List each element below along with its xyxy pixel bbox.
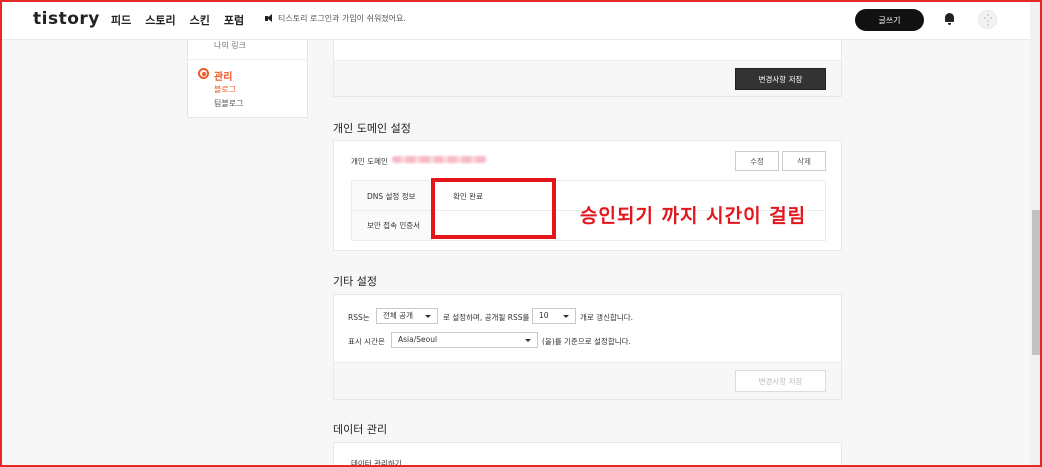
avatar[interactable] xyxy=(978,10,997,29)
gear-icon xyxy=(198,68,209,79)
timezone-select[interactable]: Asia/Seoul xyxy=(391,332,538,348)
rss-suffix: 개로 갱신합니다. xyxy=(580,313,634,322)
timezone-value: Asia/Seoul xyxy=(398,335,438,344)
save-changes-button-top[interactable]: 변경사항 저장 xyxy=(735,68,826,90)
speaker-icon xyxy=(265,14,273,23)
notice-text: 티스토리 로그인과 가입이 쉬워졌어요. xyxy=(278,14,406,23)
sidebar-item-blog[interactable]: 블로그 xyxy=(214,84,236,95)
rss-count-select[interactable]: 10 xyxy=(532,308,576,324)
sidebar-divider xyxy=(188,59,307,60)
data-manage-link[interactable]: 데이터 관리하기 xyxy=(351,458,402,467)
settings-sidebar: 나의 링크 관리 블로그 팀블로그 xyxy=(187,40,308,118)
chevron-down-icon xyxy=(525,339,531,342)
rss-middle: 로 설정하며, 공개될 RSS를 xyxy=(443,313,530,322)
other-section-title: 기타 설정 xyxy=(333,275,377,288)
ssl-cert-label: 보안 접속 인증서 xyxy=(367,221,421,230)
rss-scope-select[interactable]: 전체 공개 xyxy=(376,308,438,324)
main-nav: 피드 스토리 스킨 포럼 xyxy=(111,12,244,28)
tistory-logo[interactable]: tistory xyxy=(33,9,100,29)
data-section-title: 데이터 관리 xyxy=(333,423,388,436)
domain-label: 개인 도메인 xyxy=(351,157,388,166)
vertical-scrollbar[interactable] xyxy=(1030,0,1042,467)
delete-domain-button[interactable]: 삭제 xyxy=(782,151,826,171)
notice-banner[interactable]: 티스토리 로그인과 가입이 쉬워졌어요. xyxy=(265,13,406,24)
save-changes-button-disabled[interactable]: 변경사항 저장 xyxy=(735,370,826,392)
nav-story[interactable]: 스토리 xyxy=(145,12,175,28)
domain-section-title: 개인 도메인 설정 xyxy=(333,122,411,135)
nav-skin[interactable]: 스킨 xyxy=(190,12,210,28)
bell-icon[interactable] xyxy=(944,13,955,26)
time-suffix: (을)를 기준으로 설정합니다. xyxy=(542,337,631,346)
annotation-text: 승인되기 까지 시간이 걸림 xyxy=(580,205,807,227)
chevron-down-icon xyxy=(425,315,431,318)
data-card xyxy=(333,442,842,467)
time-prefix: 표시 시간은 xyxy=(348,337,385,346)
scrollbar-thumb[interactable] xyxy=(1032,210,1040,355)
rss-prefix: RSS는 xyxy=(348,313,370,322)
annotation-highlight-box xyxy=(431,178,556,239)
nav-feed[interactable]: 피드 xyxy=(111,12,131,28)
sidebar-section-manage[interactable]: 관리 xyxy=(214,68,232,83)
nav-forum[interactable]: 포럼 xyxy=(224,12,244,28)
sidebar-item-team-blog[interactable]: 팀블로그 xyxy=(214,98,243,109)
chevron-down-icon xyxy=(563,315,569,318)
rss-scope-value: 전체 공개 xyxy=(383,311,413,320)
top-navigation-bar: tistory 피드 스토리 스킨 포럼 티스토리 로그인과 가입이 쉬워졌어요… xyxy=(0,0,1030,40)
blurred-domain xyxy=(392,156,487,163)
write-post-button[interactable]: 글쓰기 xyxy=(855,9,924,31)
rss-count-value: 10 xyxy=(539,311,549,320)
edit-domain-button[interactable]: 수정 xyxy=(735,151,779,171)
sidebar-item-my-link[interactable]: 나의 링크 xyxy=(214,40,246,51)
dns-info-label: DNS 설정 정보 xyxy=(367,192,416,201)
